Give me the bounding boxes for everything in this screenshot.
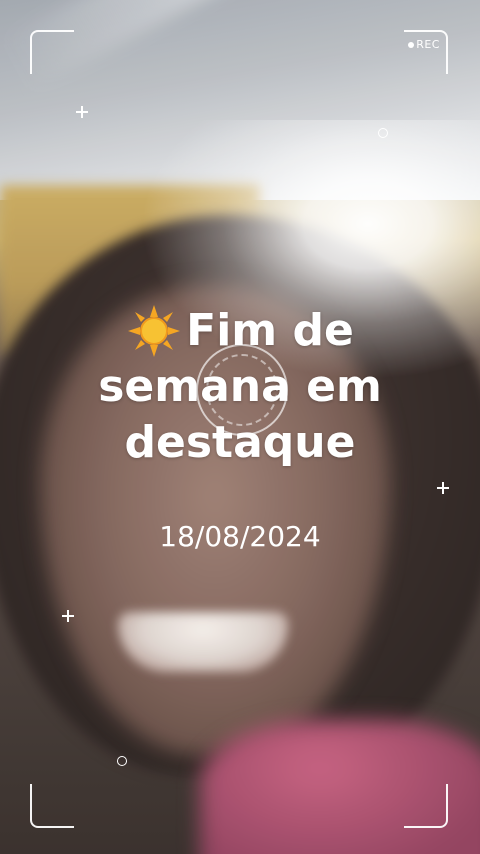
headline-line-3: destaque — [124, 417, 356, 468]
circle-icon — [117, 756, 127, 766]
frame-corner-bottom-right — [404, 784, 448, 828]
frame-corner-top-left — [30, 30, 74, 74]
date-label: 18/08/2024 — [159, 520, 321, 553]
headline-line-2: semana em — [98, 361, 382, 412]
headline: Fim de semana em destaque — [0, 303, 480, 471]
frame-corner-bottom-left — [30, 784, 74, 828]
headline-line-1: Fim de — [186, 305, 354, 356]
frame-corner-top-right — [404, 30, 448, 74]
circle-icon — [378, 128, 388, 138]
rec-indicator: REC — [408, 38, 440, 51]
plus-icon — [437, 482, 449, 494]
plus-icon — [76, 106, 88, 118]
sun-icon — [128, 305, 181, 357]
rec-dot-icon — [408, 41, 415, 48]
rec-label: REC — [416, 38, 440, 51]
plus-icon — [62, 610, 74, 622]
